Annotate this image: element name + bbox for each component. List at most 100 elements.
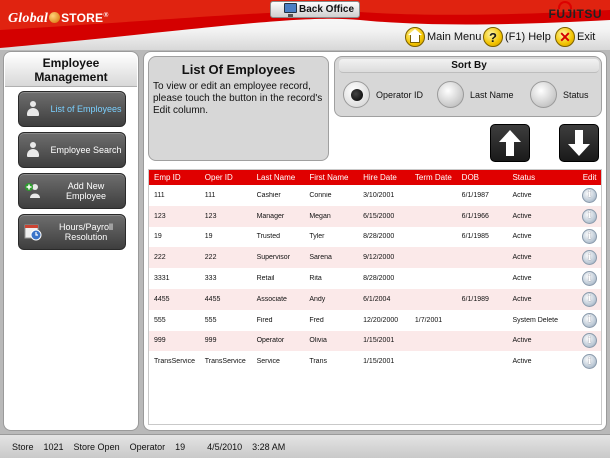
info-icon: i	[582, 333, 598, 349]
edit-button[interactable]: i	[578, 312, 601, 328]
cell-oper-id: TransService	[204, 358, 246, 366]
table-row: 19 19 Trusted Tyler 8/28/2000 6/1/1985 A…	[149, 227, 601, 248]
cell-status: Active	[512, 275, 532, 283]
cell-status: Active	[512, 212, 532, 220]
cell-emp-id: 999	[154, 337, 166, 345]
edit-button[interactable]: i	[578, 291, 601, 307]
scroll-up-button[interactable]	[490, 124, 530, 162]
arrow-down-icon	[568, 130, 590, 156]
table-row: 222 222 Supervisor Sarena 9/12/2000 Acti…	[149, 247, 601, 269]
sidebar-item-label: Hours/Payroll Resolution	[58, 222, 114, 242]
cell-hire-date: 8/28/2000	[363, 233, 395, 241]
cell-hire-date: 6/15/2000	[363, 212, 395, 220]
edit-button[interactable]: i	[578, 354, 601, 370]
help-icon: ?	[483, 27, 503, 47]
cell-status: Active	[512, 233, 532, 241]
column-header-first-name[interactable]: First Name	[304, 173, 358, 182]
cell-first-name: Connie	[309, 191, 332, 199]
cell-status: Active	[512, 295, 532, 303]
info-icon: i	[582, 229, 598, 245]
sidebar-item-add-new-employee[interactable]: Add New Employee	[18, 173, 126, 209]
cell-oper-id: 555	[204, 316, 217, 324]
cell-oper-id: 111	[204, 191, 216, 199]
cell-last-name: Manager	[256, 212, 285, 220]
brand-name-global: Global	[8, 11, 49, 26]
help-label: (F1) Help	[505, 31, 551, 43]
info-icon: i	[582, 208, 598, 224]
sidebar-title: Employee Management	[5, 53, 137, 87]
cell-first-name: Rita	[309, 275, 322, 283]
column-header-oper-id[interactable]: Oper ID	[201, 173, 252, 182]
operator-number: 19	[175, 441, 186, 452]
table-row: 111 111 Cashier Connie 3/10/2001 6/1/198…	[149, 185, 601, 206]
operator-label: Operator	[129, 441, 166, 452]
table-row: 3331 333 Retail Rita 8/28/2000 Active i	[149, 268, 601, 289]
column-header-dob[interactable]: DOB	[458, 173, 509, 182]
cell-status: Active	[512, 358, 532, 366]
cell-dob: 6/1/1987	[461, 191, 489, 199]
info-icon: i	[582, 271, 598, 287]
sidebar-item-employee-search[interactable]: Employee Search	[18, 132, 126, 168]
cell-hire-date: 9/12/2000	[363, 254, 395, 262]
cell-status: Active	[512, 337, 532, 345]
edit-button[interactable]: i	[578, 187, 601, 203]
main-menu-button[interactable]: Main Menu	[405, 26, 481, 48]
edit-button[interactable]: i	[578, 271, 601, 287]
edit-button[interactable]: i	[578, 208, 601, 224]
back-office-button[interactable]: Back Office	[270, 1, 360, 18]
sort-option-label: Last Name	[470, 89, 514, 100]
table-row: 999 999 Operator Olivia 1/15/2001 Active…	[149, 330, 601, 352]
sidebar-item-label: List of Employees	[50, 104, 122, 114]
sort-by-title: Sort By	[339, 59, 599, 73]
cell-status: Active	[512, 191, 532, 199]
cell-status: System Delete	[512, 316, 558, 324]
instructions-text: To view or edit an employee record, plea…	[153, 81, 323, 116]
cell-emp-id: 3331	[154, 275, 170, 283]
help-button[interactable]: ? (F1) Help	[483, 26, 551, 48]
cell-emp-id: 4455	[154, 295, 170, 303]
edit-button[interactable]: i	[578, 229, 601, 245]
column-header-status[interactable]: Status	[508, 173, 578, 182]
sort-option-operator-id[interactable]: Operator ID	[343, 81, 423, 108]
radio-selected-icon	[343, 81, 370, 108]
sidebar-item-list-of-employees[interactable]: List of Employees	[18, 91, 126, 127]
cell-hire-date: 1/15/2001	[363, 358, 395, 366]
cell-first-name: Andy	[309, 295, 326, 303]
edit-button[interactable]: i	[578, 333, 601, 349]
cell-oper-id: 4455	[204, 295, 221, 303]
back-office-label: Back Office	[299, 4, 355, 15]
cell-hire-date: 3/10/2001	[363, 191, 395, 199]
sort-option-last-name[interactable]: Last Name	[437, 81, 514, 108]
cell-hire-date: 1/15/2001	[363, 337, 395, 345]
edit-button[interactable]: i	[578, 250, 601, 266]
info-icon: i	[582, 354, 598, 370]
exit-button[interactable]: ✕ Exit	[555, 26, 595, 48]
column-header-last-name[interactable]: Last Name	[252, 173, 305, 182]
cell-first-name: Tyler	[309, 233, 325, 241]
cell-last-name: Trusted	[256, 233, 281, 241]
main-menu-label: Main Menu	[427, 31, 482, 43]
sort-option-status[interactable]: Status	[530, 81, 589, 108]
sidebar-item-hours-payroll[interactable]: Hours/Payroll Resolution	[18, 214, 126, 250]
cell-oper-id: 19	[204, 233, 213, 241]
info-icon: i	[582, 187, 598, 203]
cell-oper-id: 222	[204, 254, 217, 262]
column-header-emp-id[interactable]: Emp ID	[149, 173, 201, 182]
column-header-term-date[interactable]: Term Date	[410, 173, 458, 182]
table-row: 123 123 Manager Megan 6/15/2000 6/1/1966…	[149, 205, 601, 227]
cell-last-name: Operator	[256, 337, 285, 345]
radio-unselected-icon	[530, 81, 557, 108]
column-header-hire-date[interactable]: Hire Date	[358, 173, 410, 182]
home-icon	[405, 27, 425, 47]
vendor-logo: FUJITSU	[548, 1, 602, 21]
cell-emp-id: TransService	[154, 358, 195, 366]
trademark-symbol: ®	[103, 11, 109, 19]
cell-last-name: Retail	[256, 275, 275, 283]
cell-dob: 6/1/1985	[461, 233, 489, 241]
info-box: List Of Employees To view or edit an emp…	[148, 56, 329, 161]
store-label: Store	[12, 441, 34, 452]
cell-last-name: Service	[256, 358, 280, 366]
table-row: TransService TransService Service Trans …	[149, 351, 601, 372]
scroll-down-button[interactable]	[559, 124, 599, 162]
cell-status: Active	[512, 254, 532, 262]
